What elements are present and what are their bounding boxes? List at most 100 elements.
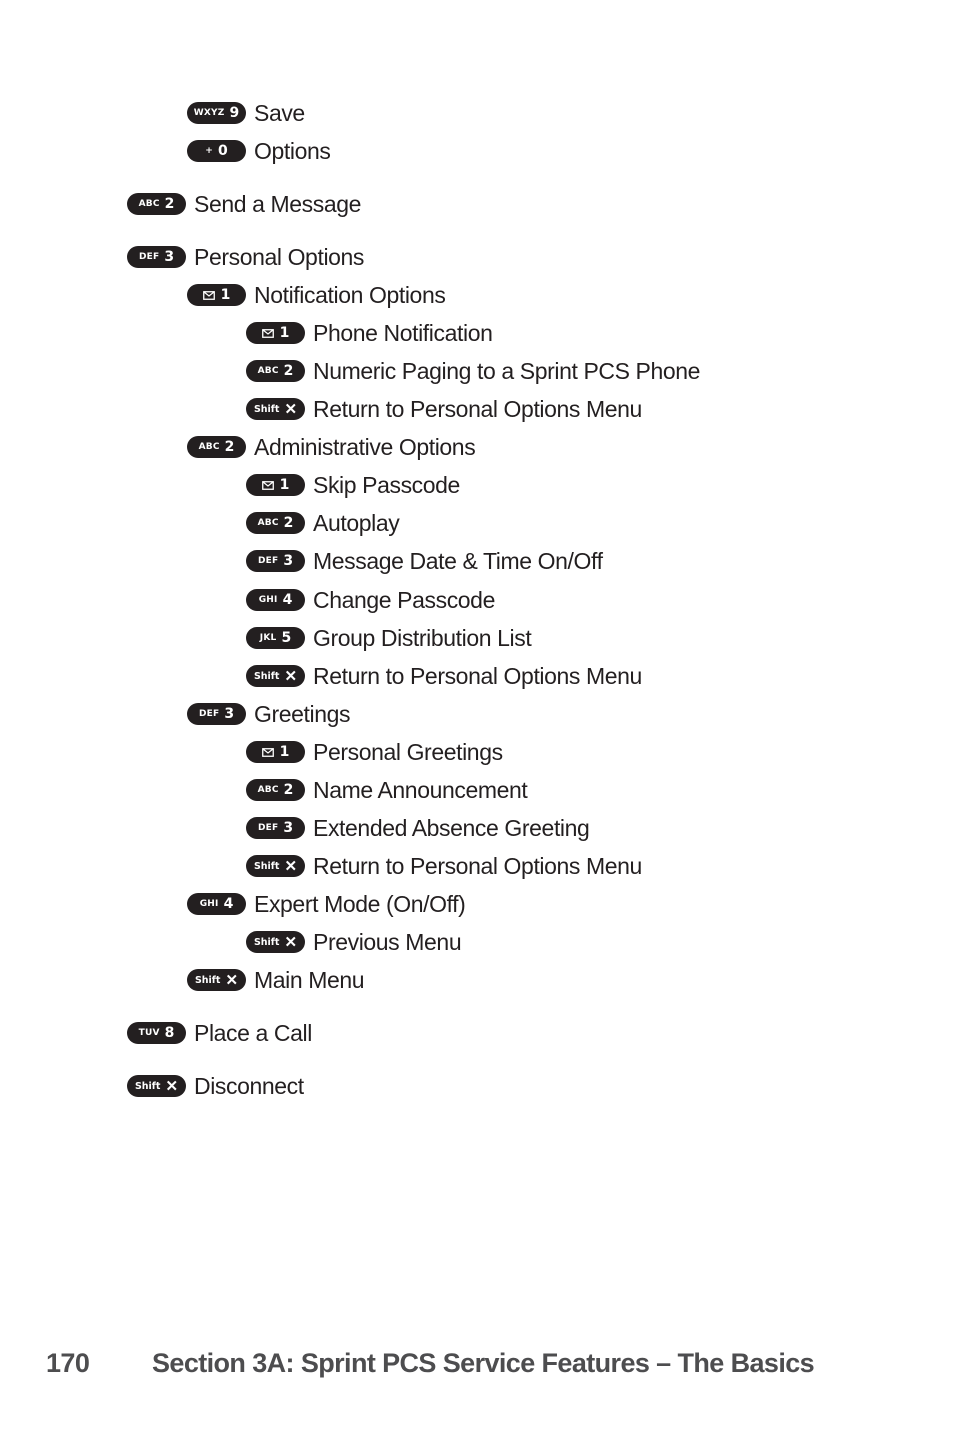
key-badge: GHI 4 — [246, 589, 305, 611]
key-digit: 3 — [164, 249, 175, 265]
envelope-icon — [261, 480, 274, 490]
key-letters: + — [205, 146, 213, 156]
shift-label: Shift — [134, 1080, 161, 1092]
menu-item[interactable]: DEF 3 Greetings — [187, 699, 351, 729]
x-icon: ✕ — [225, 971, 239, 989]
menu-item-label: Change Passcode — [313, 586, 495, 613]
menu-item-label: Options — [254, 137, 331, 164]
envelope-icon — [202, 290, 215, 300]
menu-item[interactable]: ABC 2 Autoplay — [246, 508, 400, 538]
menu-item[interactable]: Shift ✕ Return to Personal Options Menu — [246, 661, 642, 691]
menu-item[interactable]: 1 Personal Greetings — [246, 737, 503, 767]
key-badge: 1 — [246, 474, 305, 496]
menu-item[interactable]: 1 Notification Options — [187, 280, 446, 310]
key-badge: 1 — [187, 284, 246, 306]
key-letters: GHI — [199, 899, 219, 909]
menu-item-label: Return to Personal Options Menu — [313, 852, 642, 879]
key-letters: WXYZ — [193, 108, 225, 118]
shift-label: Shift — [253, 670, 280, 682]
menu-item-label: Name Announcement — [313, 776, 528, 803]
key-letters: JKL — [259, 633, 277, 643]
menu-item[interactable]: GHI 4 Expert Mode (On/Off) — [187, 889, 466, 919]
key-letters: DEF — [198, 709, 220, 719]
menu-item[interactable]: Shift ✕ Return to Personal Options Menu — [246, 851, 642, 881]
x-icon: ✕ — [284, 667, 298, 685]
menu-item-label: Greetings — [254, 700, 351, 727]
menu-item[interactable]: ABC 2 Name Announcement — [246, 775, 528, 805]
key-badge: JKL 5 — [246, 627, 305, 649]
menu-item-label: Phone Notification — [313, 319, 493, 346]
menu-item-label: Message Date & Time On/Off — [313, 547, 603, 574]
key-letters: ABC — [257, 366, 279, 376]
key-digit: 2 — [283, 515, 294, 531]
menu-item[interactable]: ABC 2 Numeric Paging to a Sprint PCS Phone — [246, 356, 700, 386]
x-icon: ✕ — [284, 857, 298, 875]
key-badge: ABC 2 — [127, 193, 186, 215]
key-digit: 2 — [283, 782, 294, 798]
menu-item-label: Numeric Paging to a Sprint PCS Phone — [313, 357, 701, 384]
menu-item-label: Personal Options — [194, 243, 365, 270]
menu-item-label: Previous Menu — [313, 928, 462, 955]
menu-item[interactable]: DEF 3 Message Date & Time On/Off — [246, 546, 603, 576]
menu-item-label: Extended Absence Greeting — [313, 814, 590, 841]
menu-item[interactable]: ABC 2 Administrative Options — [187, 432, 476, 462]
key-badge: Shift ✕ — [246, 931, 305, 953]
key-digit: 0 — [218, 143, 228, 159]
menu-item[interactable]: TUV 8 Place a Call — [127, 1018, 312, 1048]
key-letters: ABC — [198, 442, 220, 452]
key-badge: +0 — [187, 140, 246, 162]
key-letters: ABC — [138, 199, 160, 209]
menu-item[interactable]: GHI 4 Change Passcode — [246, 585, 495, 615]
shift-label: Shift — [253, 936, 280, 948]
envelope-icon — [261, 328, 274, 338]
x-icon: ✕ — [284, 400, 298, 418]
key-digit: 9 — [229, 105, 240, 121]
menu-item-label: Return to Personal Options Menu — [313, 395, 642, 422]
menu-item[interactable]: DEF 3 Personal Options — [127, 242, 364, 272]
key-badge: 1 — [246, 322, 305, 344]
key-digit: 3 — [283, 820, 294, 836]
envelope-icon — [261, 747, 274, 757]
key-badge: ABC 2 — [246, 360, 305, 382]
key-digit: 2 — [164, 196, 175, 212]
key-digit: 4 — [223, 896, 234, 912]
menu-item[interactable]: 1 Skip Passcode — [246, 470, 460, 500]
key-letters: ABC — [257, 785, 279, 795]
menu-item-label: Send a Message — [194, 190, 362, 217]
x-icon: ✕ — [284, 933, 298, 951]
key-digit: 3 — [224, 706, 235, 722]
shift-label: Shift — [253, 403, 280, 415]
shift-label: Shift — [253, 860, 280, 872]
menu-item[interactable]: WXYZ 9 Save — [187, 98, 305, 128]
x-icon: ✕ — [165, 1077, 179, 1095]
menu-item[interactable]: Shift ✕ Previous Menu — [246, 927, 462, 957]
key-digit: 4 — [282, 592, 293, 608]
menu-item[interactable]: ABC 2 Send a Message — [127, 189, 361, 219]
key-letters: DEF — [138, 252, 160, 262]
key-digit: 2 — [224, 439, 235, 455]
menu-item[interactable]: 1 Phone Notification — [246, 318, 493, 348]
menu-item-label: Save — [254, 99, 305, 126]
key-letters: DEF — [257, 556, 279, 566]
menu-item[interactable]: +0 Options — [187, 136, 331, 166]
shift-label: Shift — [194, 974, 221, 986]
menu-item-label: Personal Greetings — [313, 738, 503, 765]
key-badge: WXYZ 9 — [187, 102, 246, 124]
menu-item-label: Notification Options — [254, 281, 446, 308]
key-badge: Shift ✕ — [187, 969, 246, 991]
menu-item[interactable]: Shift ✕ Main Menu — [187, 965, 365, 995]
menu-item-label: Return to Personal Options Menu — [313, 662, 642, 689]
section-title: Section 3A: Sprint PCS Service Features … — [152, 1348, 815, 1378]
key-badge: DEF 3 — [246, 817, 305, 839]
key-badge: DEF 3 — [127, 246, 186, 268]
menu-item[interactable]: Shift ✕ Return to Personal Options Menu — [246, 394, 642, 424]
key-badge: Shift ✕ — [246, 855, 305, 877]
menu-item[interactable]: JKL 5 Group Distribution List — [246, 623, 532, 653]
key-digit: 1 — [279, 325, 290, 341]
menu-item[interactable]: DEF 3 Extended Absence Greeting — [246, 813, 590, 843]
menu-item[interactable]: Shift ✕ Disconnect — [127, 1071, 304, 1101]
menu-item-label: Group Distribution List — [313, 624, 532, 651]
key-badge: DEF 3 — [187, 703, 246, 725]
key-badge: ABC 2 — [187, 436, 246, 458]
key-letters: ABC — [257, 518, 279, 528]
